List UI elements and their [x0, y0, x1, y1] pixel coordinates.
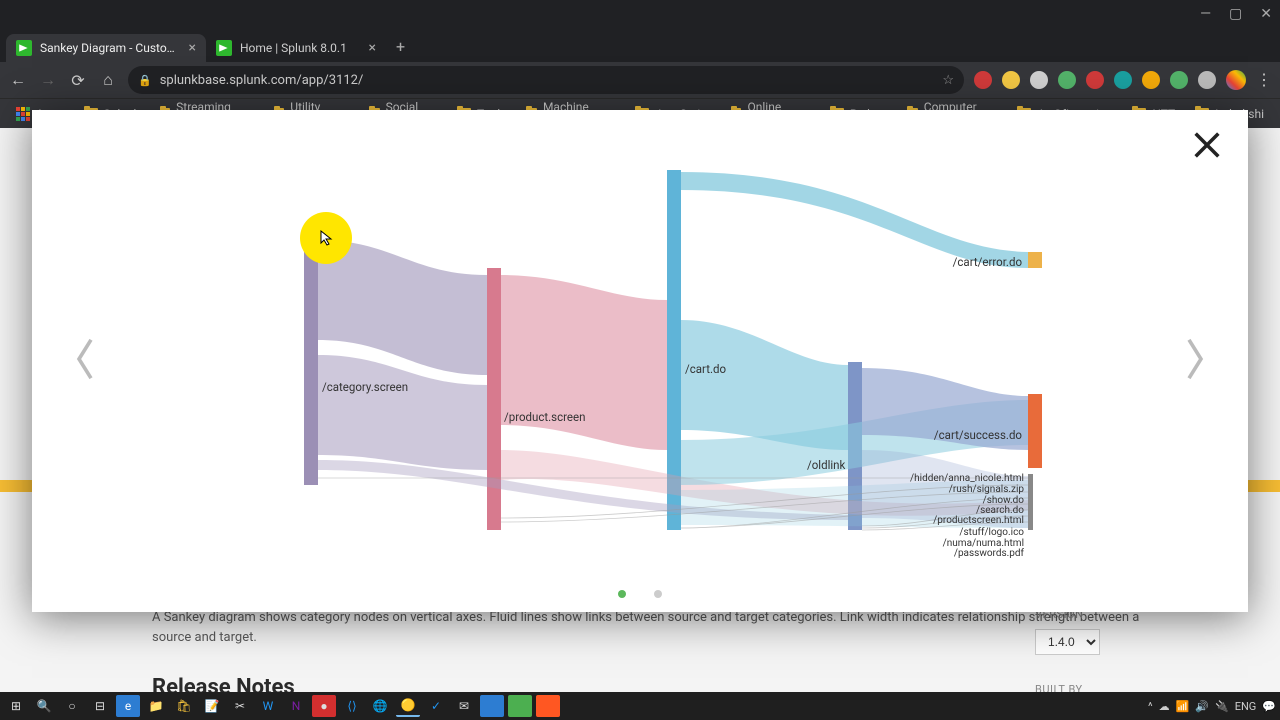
close-window-button[interactable]: ✕	[1260, 6, 1272, 22]
taskbar-app[interactable]: N	[284, 695, 308, 717]
extension-icon[interactable]	[1086, 71, 1104, 89]
profile-avatar[interactable]	[1226, 70, 1246, 90]
minimize-button[interactable]: —	[1200, 6, 1211, 22]
taskbar-app[interactable]: ✉	[452, 695, 476, 717]
small-target-label: /productscreen.html	[933, 515, 1024, 526]
node-error	[1028, 252, 1042, 268]
page-description: A Sankey diagram shows category nodes on…	[152, 608, 1140, 704]
taskview-button[interactable]: ⊟	[88, 695, 112, 717]
node-label: /cart/success.do	[934, 428, 1022, 442]
close-tab-icon[interactable]: ×	[369, 40, 376, 56]
node-category	[304, 235, 318, 485]
node-small-targets	[1028, 474, 1033, 530]
close-lightbox-button[interactable]	[1190, 128, 1224, 166]
link-cart-error	[681, 172, 1028, 268]
extension-icon[interactable]	[1142, 71, 1160, 89]
taskbar-app[interactable]: ●	[312, 695, 336, 717]
url-text: splunkbase.splunk.com/app/3112/	[160, 73, 935, 88]
extension-icon[interactable]	[1198, 71, 1216, 89]
cursor-highlight	[300, 212, 352, 264]
version-select[interactable]: 1.4.0	[1035, 629, 1100, 655]
close-icon	[1190, 128, 1224, 162]
tray-icon[interactable]: 🔌	[1215, 700, 1229, 713]
node-label: /cart/error.do	[953, 255, 1022, 269]
sankey-svg	[272, 150, 1042, 570]
cortana-button[interactable]: ○	[60, 695, 84, 717]
tray-icon[interactable]: 📶	[1176, 700, 1190, 713]
taskbar-app[interactable]: ⟨⟩	[340, 695, 364, 717]
sidebar-column: VERSION 1.4.0 BUILT BY	[1035, 608, 1100, 696]
home-button[interactable]: ⌂	[98, 70, 118, 90]
extension-icon[interactable]	[1030, 71, 1048, 89]
close-tab-icon[interactable]: ×	[189, 40, 196, 56]
node-success	[1028, 394, 1042, 468]
taskbar-app[interactable]: e	[116, 695, 140, 717]
tray-icon[interactable]: ENG	[1235, 700, 1257, 713]
tray-icon[interactable]: ☁	[1159, 700, 1170, 713]
small-target-label: /hidden/anna_nicole.html	[910, 473, 1024, 484]
chevron-right-icon	[1180, 335, 1210, 383]
menu-kebab-icon[interactable]: ⋮	[1256, 72, 1272, 88]
taskbar-app[interactable]: 🛍	[172, 695, 196, 717]
search-button[interactable]: 🔍	[32, 695, 56, 717]
bookmark-star-icon[interactable]: ☆	[942, 73, 954, 88]
taskbar-app[interactable]	[480, 695, 504, 717]
system-tray[interactable]: ^ ☁ 📶 🔊 🔌 ENG 💬	[1148, 700, 1276, 713]
apps-icon	[16, 107, 30, 121]
small-target-label: /rush/signals.zip	[949, 484, 1024, 495]
node-label: /oldlink	[807, 458, 845, 472]
taskbar-app[interactable]: 📝	[200, 695, 224, 717]
taskbar-app[interactable]: 🌐	[368, 695, 392, 717]
forward-button[interactable]: →	[38, 70, 58, 90]
taskbar-app[interactable]	[508, 695, 532, 717]
taskbar-app[interactable]: 📁	[144, 695, 168, 717]
back-button[interactable]: ←	[8, 70, 28, 90]
extension-icon[interactable]	[1114, 71, 1132, 89]
extension-icon[interactable]	[1002, 71, 1020, 89]
splunk-favicon	[16, 40, 32, 56]
tray-icon[interactable]: ^	[1148, 700, 1153, 713]
extension-icon[interactable]	[974, 71, 992, 89]
taskbar-app[interactable]: W	[256, 695, 280, 717]
tab-title: Home | Splunk 8.0.1	[240, 41, 361, 55]
prev-slide-button[interactable]	[70, 335, 100, 387]
address-bar: ← → ⟳ ⌂ 🔒 splunkbase.splunk.com/app/3112…	[0, 62, 1280, 98]
lock-icon: 🔒	[138, 74, 152, 87]
node-label: /cart.do	[685, 362, 726, 376]
slide-pagination	[618, 590, 662, 598]
node-label: /category.screen	[322, 380, 408, 394]
browser-tab[interactable]: Home | Splunk 8.0.1 ×	[206, 34, 386, 62]
tray-icon[interactable]: 💬	[1262, 700, 1276, 713]
taskbar-app[interactable]: ✓	[424, 695, 448, 717]
link-category-product	[318, 240, 487, 375]
screenshot-lightbox: /category.screen /product.screen /cart.d…	[32, 110, 1248, 612]
new-tab-button[interactable]: +	[386, 31, 415, 62]
slide-dot-active[interactable]	[618, 590, 626, 598]
windows-taskbar: ⊞ 🔍 ○ ⊟ e 📁 🛍 📝 ✂ W N ● ⟨⟩ 🌐 🟡 ✓ ✉ ^ ☁ 📶…	[0, 692, 1280, 720]
extension-icon[interactable]	[1058, 71, 1076, 89]
maximize-button[interactable]: ▢	[1229, 6, 1242, 22]
taskbar-app[interactable]	[536, 695, 560, 717]
chevron-left-icon	[70, 335, 100, 383]
tray-icon[interactable]: 🔊	[1195, 700, 1209, 713]
next-slide-button[interactable]	[1180, 335, 1210, 387]
cursor-icon	[319, 229, 333, 247]
slide-dot[interactable]	[654, 590, 662, 598]
node-label: /product.screen	[504, 410, 585, 424]
small-target-label: /passwords.pdf	[954, 548, 1024, 559]
tab-strip: Sankey Diagram - Custom Visual × Home | …	[0, 28, 1280, 62]
small-target-label: /stuff/logo.ico	[959, 527, 1024, 538]
extension-icon[interactable]	[1170, 71, 1188, 89]
node-product	[487, 268, 501, 530]
browser-tab-active[interactable]: Sankey Diagram - Custom Visual ×	[6, 34, 206, 62]
taskbar-chrome[interactable]: 🟡	[396, 695, 420, 717]
start-button[interactable]: ⊞	[4, 695, 28, 717]
splunk-favicon	[216, 40, 232, 56]
window-titlebar: — ▢ ✕	[0, 0, 1280, 28]
sankey-diagram: /category.screen /product.screen /cart.d…	[272, 150, 1042, 570]
tab-title: Sankey Diagram - Custom Visual	[40, 41, 181, 55]
url-input[interactable]: 🔒 splunkbase.splunk.com/app/3112/ ☆	[128, 66, 964, 94]
taskbar-app[interactable]: ✂	[228, 695, 252, 717]
reload-button[interactable]: ⟳	[68, 71, 88, 90]
